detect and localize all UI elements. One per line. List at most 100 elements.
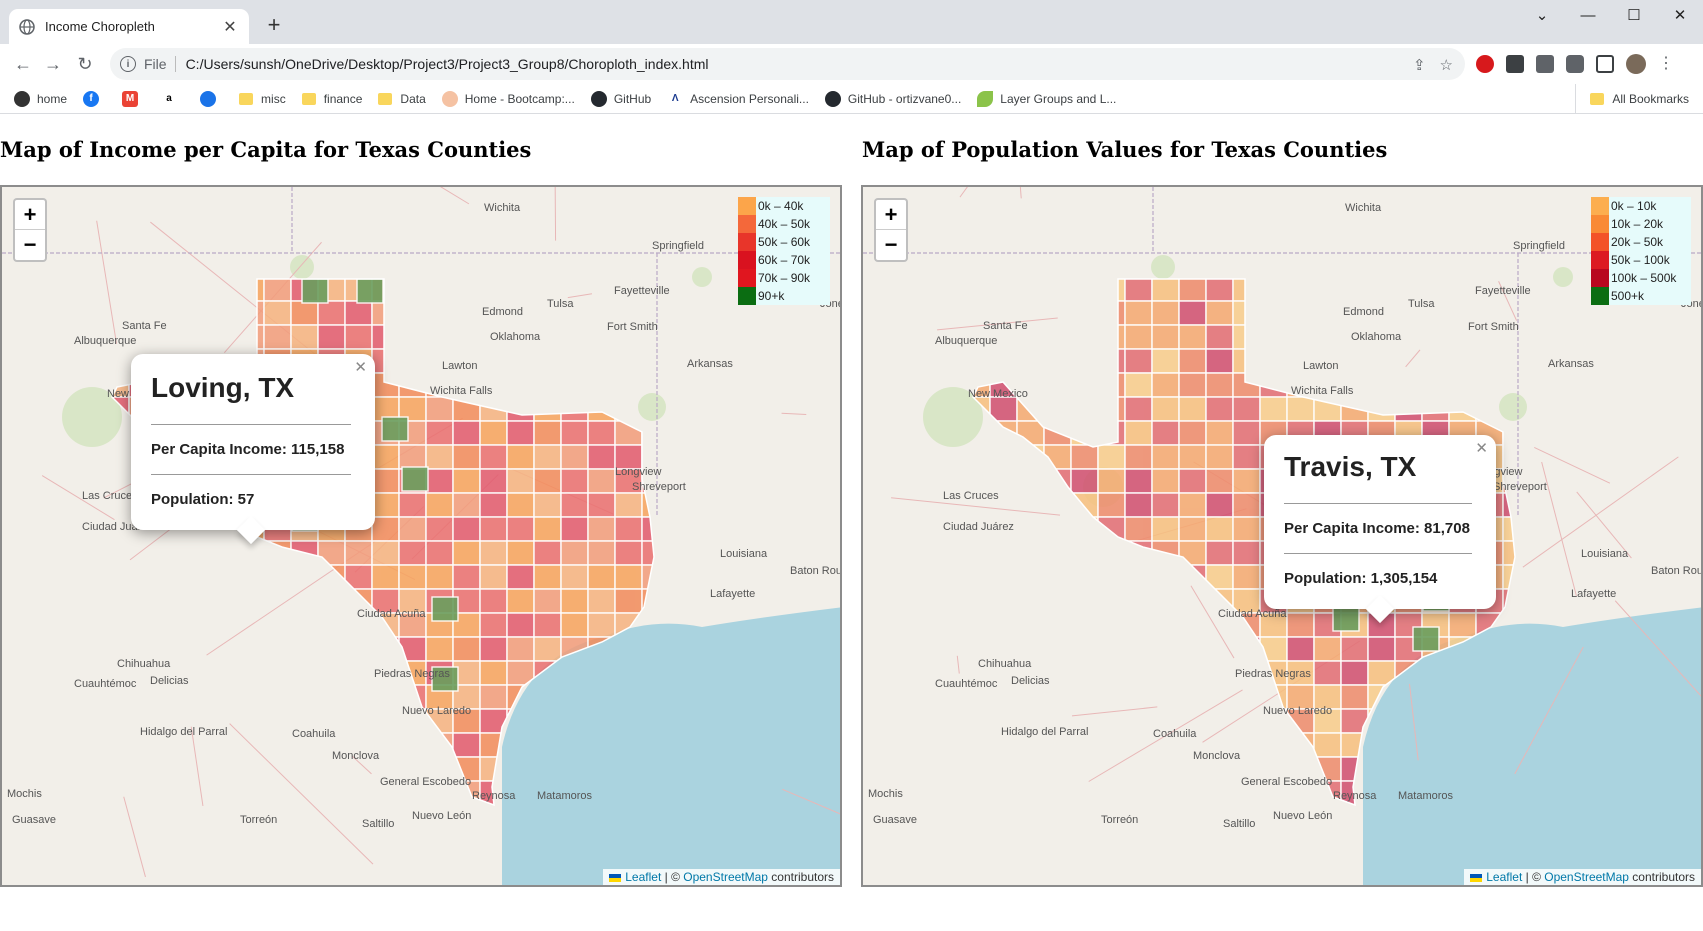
legend-row: 500+k — [1591, 287, 1691, 305]
extension-icon[interactable] — [1506, 55, 1524, 73]
bookmark-misc[interactable]: misc — [239, 92, 286, 106]
legend-row: 0k – 40k — [738, 197, 830, 215]
place-label: Wichita — [1345, 202, 1382, 214]
bookmark-ascension[interactable]: Λ Ascension Personali... — [667, 90, 809, 107]
sidebar-icon[interactable] — [1596, 55, 1614, 73]
place-label: Nuevo León — [1273, 810, 1332, 822]
county-popup: ✕ Travis, TX Per Capita Income: 81,708 P… — [1264, 435, 1496, 624]
share-icon[interactable]: ⇪ — [1413, 56, 1426, 74]
bookmark-github-ortiz[interactable]: GitHub - ortizvane0... — [824, 90, 961, 107]
bookmark-facebook[interactable]: f — [83, 90, 106, 107]
place-label: Fayetteville — [1475, 285, 1531, 297]
bookmark-data[interactable]: Data — [378, 92, 426, 106]
legend-label: 70k – 90k — [758, 271, 811, 285]
place-label: Louisiana — [1581, 548, 1629, 560]
bookmark-home[interactable]: home — [14, 90, 67, 107]
gmail-icon: M — [122, 90, 139, 107]
place-label: Chihuahua — [117, 658, 171, 670]
chevron-down-icon[interactable]: ⌄ — [1519, 0, 1565, 30]
place-label: Shreveport — [632, 481, 686, 493]
url-text[interactable]: C:/Users/sunsh/OneDrive/Desktop/Project3… — [186, 56, 709, 72]
menu-icon[interactable]: ⋮ — [1658, 55, 1674, 73]
bookmark-gmail[interactable]: M — [122, 90, 145, 107]
zoom-out-button[interactable]: − — [876, 230, 906, 260]
legend-label: 10k – 20k — [1611, 217, 1664, 231]
extension-icon[interactable] — [1536, 55, 1554, 73]
close-icon[interactable]: ✕ — [1475, 439, 1488, 457]
place-label: Ciudad Acuña — [357, 608, 426, 620]
minimize-button[interactable]: — — [1565, 0, 1611, 30]
place-label: Fort Smith — [1468, 321, 1519, 333]
puzzle-icon[interactable] — [1566, 55, 1584, 73]
legend-swatch — [1591, 287, 1609, 305]
place-label: Las Cruces — [943, 490, 999, 502]
place-label: Reynosa — [472, 790, 516, 802]
place-label: Guasave — [12, 814, 56, 826]
place-label: Matamoros — [1398, 790, 1454, 802]
place-label: Oklahoma — [1351, 331, 1402, 343]
legend-row: 50k – 60k — [738, 233, 830, 251]
osm-link[interactable]: OpenStreetMap — [683, 870, 768, 884]
zoom-in-button[interactable]: + — [15, 200, 45, 230]
new-tab-button[interactable]: + — [262, 11, 286, 39]
avatar[interactable] — [1626, 54, 1646, 74]
bookmark-chat[interactable] — [200, 90, 223, 107]
close-tab-icon[interactable]: ✕ — [221, 17, 239, 37]
place-label: General Escobedo — [380, 776, 471, 788]
place-label: Chihuahua — [978, 658, 1032, 670]
forward-arrow-icon[interactable]: → — [41, 52, 65, 76]
legend-swatch — [1591, 233, 1609, 251]
income-map-title: Map of Income per Capita for Texas Count… — [0, 137, 532, 162]
legend-row: 100k – 500k — [1591, 269, 1691, 287]
chat-icon — [200, 90, 217, 107]
place-label: Nuevo Laredo — [402, 705, 471, 717]
leaflet-link[interactable]: Leaflet — [1486, 870, 1522, 884]
income-legend: 0k – 40k 40k – 50k 50k – 60k 60k – 70k 7… — [738, 197, 830, 305]
bookmark-bootcamp[interactable]: Home - Bootcamp:... — [441, 90, 575, 107]
back-arrow-icon[interactable]: ← — [11, 52, 35, 76]
opera-icon[interactable] — [1476, 55, 1494, 73]
star-icon[interactable]: ☆ — [1440, 56, 1453, 74]
population-map-title: Map of Population Values for Texas Count… — [862, 137, 1388, 162]
reload-icon[interactable]: ↻ — [73, 52, 97, 76]
income-map[interactable]: Wichita Springfield Edmond Tulsa Fayettevill… — [0, 185, 842, 887]
osm-link[interactable]: OpenStreetMap — [1544, 870, 1629, 884]
legend-row: 60k – 70k — [738, 251, 830, 269]
legend-swatch — [1591, 215, 1609, 233]
legend-label: 40k – 50k — [758, 217, 811, 231]
browser-tab[interactable]: Income Choropleth ✕ — [9, 9, 249, 44]
close-window-button[interactable]: ✕ — [1657, 0, 1703, 30]
close-icon[interactable]: ✕ — [354, 358, 367, 376]
bookmark-github[interactable]: GitHub — [590, 90, 651, 107]
tab-title: Income Choropleth — [45, 19, 155, 34]
tab-strip: Income Choropleth ✕ + ⌄ — ☐ ✕ — [0, 0, 1703, 44]
maximize-button[interactable]: ☐ — [1611, 0, 1657, 30]
legend-row: 0k – 10k — [1591, 197, 1691, 215]
legend-row: 40k – 50k — [738, 215, 830, 233]
place-label: Louisiana — [720, 548, 768, 560]
place-label: Cuauhtémoc — [935, 678, 998, 690]
info-icon[interactable]: i — [120, 56, 136, 72]
leaflet-link[interactable]: Leaflet — [625, 870, 661, 884]
address-bar[interactable]: i File C:/Users/sunsh/OneDrive/Desktop/P… — [110, 48, 1465, 80]
ukraine-flag-icon — [1470, 873, 1483, 882]
place-label: Saltillo — [362, 818, 394, 830]
place-label: Monclova — [332, 750, 380, 762]
bookmark-amazon[interactable]: a — [161, 90, 184, 107]
bookmarks-bar: home f M a misc finance Data Home - Boot… — [0, 84, 1703, 114]
all-bookmarks-button[interactable]: All Bookmarks — [1575, 84, 1689, 114]
zoom-out-button[interactable]: − — [15, 230, 45, 260]
bookmark-finance[interactable]: finance — [301, 92, 362, 106]
population-map[interactable]: Wichita Springfield Edmond Tulsa Fayettevill… — [861, 185, 1703, 887]
bookmark-leaflet[interactable]: Layer Groups and L... — [977, 90, 1116, 107]
place-label: Springfield — [652, 240, 704, 252]
place-label: Saltillo — [1223, 818, 1255, 830]
zoom-in-button[interactable]: + — [876, 200, 906, 230]
place-label: Nuevo Laredo — [1263, 705, 1332, 717]
zoom-control: + − — [13, 198, 47, 262]
bootcamp-icon — [441, 90, 458, 107]
folder-icon — [378, 92, 393, 105]
legend-label: 0k – 10k — [1611, 199, 1657, 213]
place-label: Delicias — [150, 675, 189, 687]
github-icon — [824, 90, 841, 107]
